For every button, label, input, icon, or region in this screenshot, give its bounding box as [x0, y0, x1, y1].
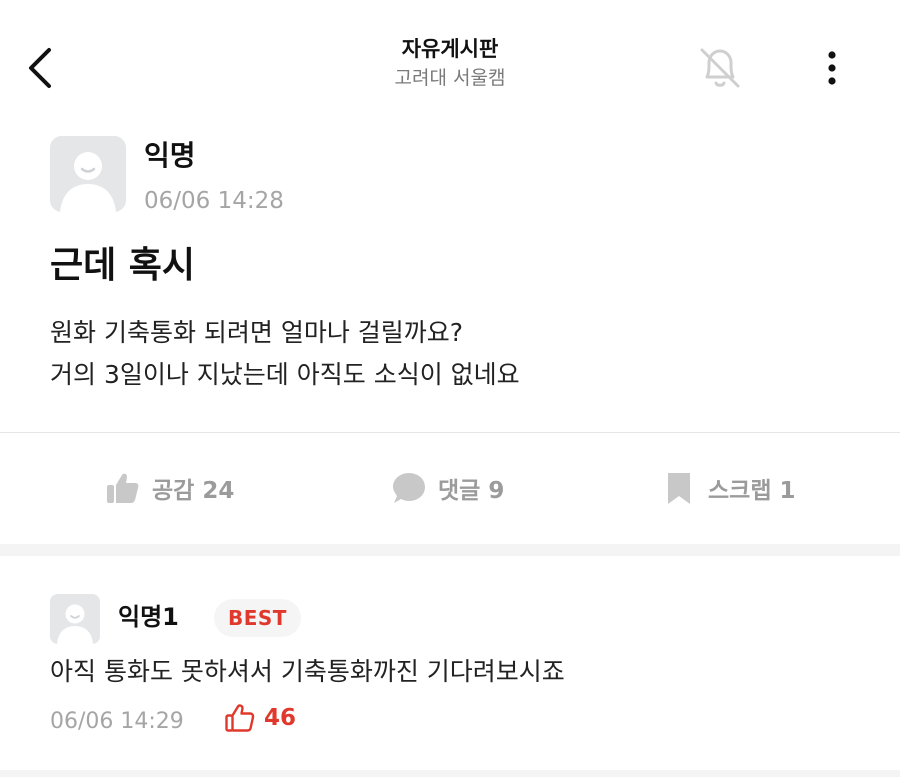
board-school: 고려대 서울캠: [394, 67, 506, 89]
post-body-line: 거의 3일이나 지났는데 아직도 소식이 없네요: [50, 360, 520, 389]
scrap-count-label: 스크랩 1: [708, 478, 796, 504]
section-divider: [0, 544, 900, 556]
board-title: 자유게시판: [401, 37, 499, 61]
post-author-name: 익명: [144, 139, 196, 172]
like-button[interactable]: 공감 24: [104, 464, 234, 512]
post-action-bar: 공감 24 댓글 9 스크랩 1: [0, 456, 900, 520]
bookmark-icon: [660, 469, 698, 507]
back-button[interactable]: [18, 42, 62, 94]
post-screen: 자유게시판 고려대 서울캠 익명 06/06 14:28 근데 혹시 원화 기축…: [0, 0, 900, 777]
author-avatar[interactable]: [50, 136, 126, 212]
divider: [0, 432, 900, 433]
comment-author-name: 익명1: [118, 603, 179, 631]
comment-author-avatar[interactable]: [50, 594, 100, 644]
more-vertical-icon: [828, 51, 836, 85]
comment-like-button[interactable]: 46: [224, 702, 296, 734]
comment-timestamp: 06/06 14:29: [50, 709, 184, 734]
like-count-label: 공감 24: [152, 478, 235, 504]
comment-like-count: 46: [264, 705, 297, 731]
scrap-button[interactable]: 스크랩 1: [660, 464, 796, 512]
comment-button[interactable]: 댓글 9: [390, 464, 504, 512]
comment-count-label: 댓글 9: [438, 478, 505, 504]
more-options-button[interactable]: [812, 44, 852, 92]
best-badge: BEST: [214, 599, 301, 637]
post-body-line: 원화 기축통화 되려면 얼마나 걸릴까요?: [50, 318, 464, 347]
thumbs-up-icon: [104, 469, 142, 507]
speech-bubble-icon: [390, 469, 428, 507]
default-profile-icon: [50, 594, 100, 644]
comment-body: 아직 통화도 못하셔서 기축통화까진 기다려보시죠: [50, 657, 565, 686]
post-title: 근데 혹시: [50, 245, 196, 286]
default-profile-icon: [50, 136, 126, 212]
chevron-left-icon: [29, 48, 51, 88]
thumbs-up-outline-icon: [224, 702, 256, 734]
bottom-divider: [0, 770, 900, 777]
app-header: 자유게시판 고려대 서울캠: [0, 0, 900, 120]
notification-toggle-button[interactable]: [692, 40, 748, 96]
board-title-block: 자유게시판 고려대 서울캠: [300, 34, 600, 92]
post-body: 원화 기축통화 되려면 얼마나 걸릴까요? 거의 3일이나 지났는데 아직도 소…: [50, 312, 850, 396]
post-timestamp: 06/06 14:28: [144, 188, 284, 214]
bell-off-icon: [700, 48, 740, 88]
